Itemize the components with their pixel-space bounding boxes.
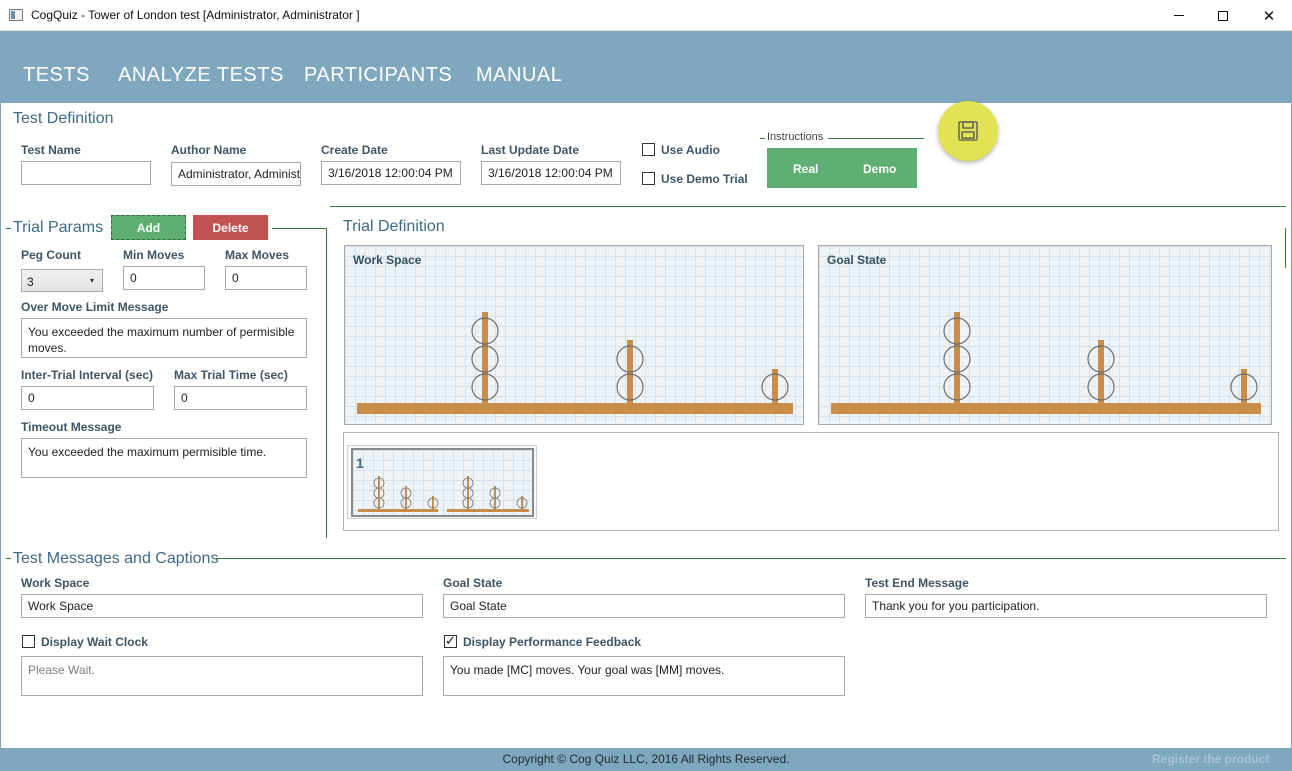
- work-space-pegs: [357, 312, 793, 414]
- work-peg-1: [482, 312, 488, 404]
- separator-top: [330, 206, 1286, 207]
- create-date-input[interactable]: 3/16/2018 12:00:04 PM: [321, 161, 461, 185]
- max-trial-time-input[interactable]: 0: [174, 386, 307, 410]
- minimize-button[interactable]: [1156, 0, 1202, 31]
- thumb-peg: [405, 486, 407, 509]
- work-space-base: [357, 403, 793, 414]
- trial-thumbnail[interactable]: 1: [347, 445, 537, 519]
- test-name-label: Test Name: [21, 143, 81, 157]
- footer: Copyright © Cog Quiz LLC, 2016 All Right…: [0, 748, 1292, 771]
- instructions-line-left: [760, 138, 765, 139]
- messages-title: Test Messages and Captions: [13, 550, 219, 567]
- delete-trial-button[interactable]: Delete: [193, 215, 268, 240]
- min-moves-label: Min Moves: [123, 248, 185, 262]
- demo-instructions-button[interactable]: Demo: [863, 162, 896, 176]
- save-button[interactable]: [938, 101, 998, 161]
- test-definition-title: Test Definition: [13, 110, 114, 127]
- nav-tests[interactable]: TESTS: [23, 64, 90, 87]
- trial-params-line-left: [6, 228, 11, 229]
- goal-state-base: [831, 403, 1261, 414]
- test-end-message-input[interactable]: Thank you for you participation.: [865, 594, 1267, 618]
- use-demo-trial-checkbox[interactable]: [642, 172, 655, 185]
- minimize-icon: [1174, 15, 1184, 16]
- thumb-base-1: [358, 509, 438, 512]
- nav-analyze-tests[interactable]: ANALYZE TESTS: [118, 64, 284, 87]
- thumb-peg: [494, 486, 496, 509]
- goal-peg-1: [954, 312, 960, 404]
- max-trial-time-label: Max Trial Time (sec): [174, 368, 288, 382]
- timeout-message-label: Timeout Message: [21, 420, 122, 434]
- peg-count-value: 3: [27, 275, 34, 289]
- last-update-date-input[interactable]: 3/16/2018 12:00:04 PM: [481, 161, 621, 185]
- display-wait-clock-label: Display Wait Clock: [41, 635, 148, 649]
- register-product-link[interactable]: Register the product: [1152, 752, 1269, 766]
- goal-state-pegs: [831, 312, 1261, 414]
- nav-participants[interactable]: PARTICIPANTS: [304, 64, 452, 87]
- author-name-input[interactable]: Administrator, Administrator: [171, 162, 301, 186]
- last-update-date-label: Last Update Date: [481, 143, 580, 157]
- messages-line-right: [216, 558, 1286, 559]
- use-demo-trial-label: Use Demo Trial: [661, 172, 748, 186]
- thumb-base-2: [447, 509, 529, 512]
- work-space-caption-label: Work Space: [21, 576, 90, 590]
- wait-message-input[interactable]: Please Wait.: [21, 656, 423, 696]
- trial-thumbnail-board: 1: [351, 448, 534, 517]
- real-instructions-button[interactable]: Real: [793, 162, 818, 176]
- test-end-message-label: Test End Message: [865, 576, 969, 590]
- copyright-text: Copyright © Cog Quiz LLC, 2016 All Right…: [502, 752, 790, 766]
- max-moves-label: Max Moves: [225, 248, 290, 262]
- close-button[interactable]: ✕: [1246, 0, 1292, 31]
- thumb-peg: [467, 476, 469, 509]
- save-icon: [958, 121, 978, 141]
- over-move-limit-label: Over Move Limit Message: [21, 300, 169, 314]
- create-date-label: Create Date: [321, 143, 388, 157]
- performance-feedback-input[interactable]: You made [MC] moves. Your goal was [MM] …: [443, 656, 845, 696]
- nav-manual[interactable]: MANUAL: [476, 64, 562, 87]
- trial-thumbnail-pegs: [358, 476, 529, 512]
- add-trial-button[interactable]: Add: [111, 215, 186, 240]
- use-audio-label: Use Audio: [661, 143, 720, 157]
- work-space-caption-input[interactable]: Work Space: [21, 594, 423, 618]
- inter-trial-interval-input[interactable]: 0: [21, 386, 154, 410]
- author-name-label: Author Name: [171, 143, 247, 157]
- app-icon: [9, 9, 23, 21]
- over-move-limit-input[interactable]: You exceeded the maximum number of permi…: [21, 318, 307, 358]
- work-space-board[interactable]: Work Space: [344, 245, 804, 425]
- trial-params-line-right: [272, 228, 327, 229]
- trial-params-divider: [326, 228, 327, 538]
- goal-state-caption-input[interactable]: Goal State: [443, 594, 845, 618]
- use-audio-checkbox[interactable]: [642, 143, 655, 156]
- peg-count-label: Peg Count: [21, 248, 81, 262]
- goal-state-caption-label: Goal State: [443, 576, 503, 590]
- max-moves-input[interactable]: 0: [225, 266, 307, 290]
- test-name-input[interactable]: [21, 161, 151, 185]
- peg-count-select[interactable]: 3 ▾: [21, 269, 103, 292]
- close-icon: ✕: [1262, 7, 1276, 25]
- trial-definition-title: Trial Definition: [343, 218, 445, 235]
- display-performance-feedback-checkbox[interactable]: [444, 633, 457, 649]
- maximize-button[interactable]: [1200, 0, 1246, 31]
- inter-trial-interval-label: Inter-Trial Interval (sec): [21, 368, 154, 382]
- messages-line-left: [6, 558, 11, 559]
- frame-border-left: [0, 31, 1, 771]
- instructions-label: Instructions: [767, 131, 824, 143]
- trial-params-title: Trial Params: [13, 219, 104, 236]
- thumb-peg: [378, 476, 380, 509]
- chevron-down-icon: ▾: [90, 276, 95, 285]
- instructions-line-right: [828, 138, 924, 139]
- timeout-message-input[interactable]: You exceeded the maximum permisible time…: [21, 438, 307, 478]
- goal-state-board[interactable]: Goal State: [818, 245, 1272, 425]
- display-performance-feedback-label: Display Performance Feedback: [463, 635, 642, 649]
- window-title: CogQuiz - Tower of London test [Administ…: [31, 8, 360, 22]
- min-moves-input[interactable]: 0: [123, 266, 205, 290]
- display-wait-clock-checkbox[interactable]: [22, 635, 35, 648]
- trial-definition-border: [1285, 228, 1286, 268]
- maximize-icon: [1218, 10, 1228, 21]
